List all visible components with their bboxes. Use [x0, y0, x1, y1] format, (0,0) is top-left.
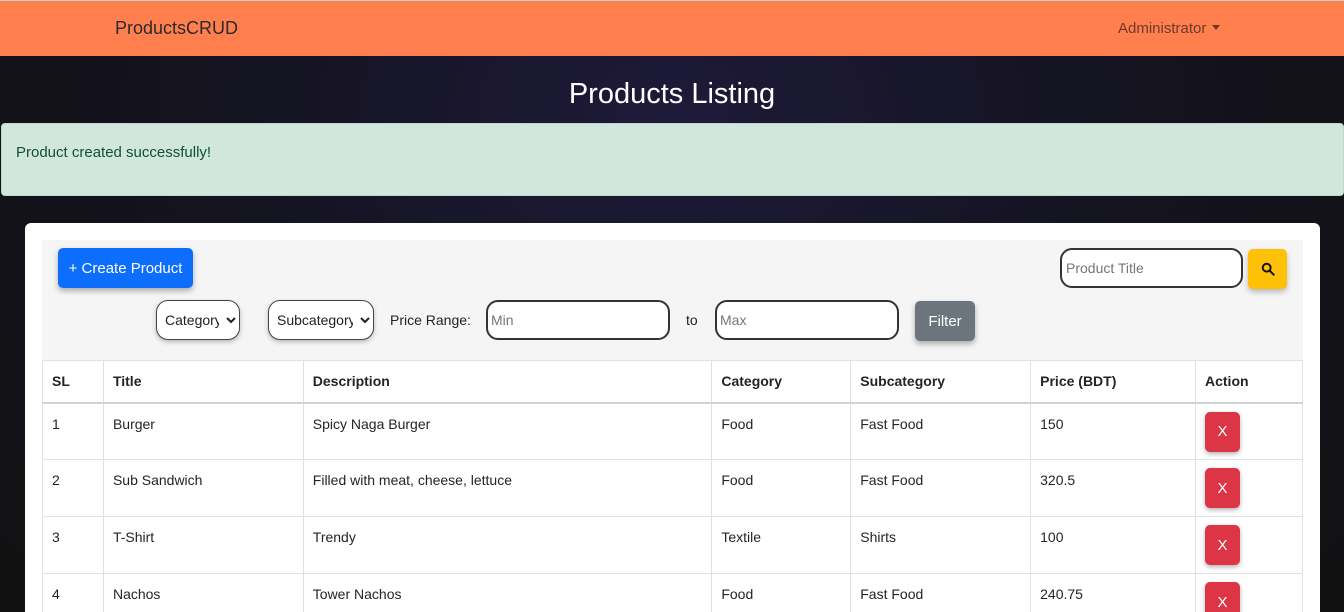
- cell-subcategory: Fast Food: [850, 402, 1032, 460]
- page-title: Products Listing: [568, 78, 776, 110]
- min-price-input[interactable]: [486, 300, 670, 340]
- cell-title: Burger: [102, 402, 304, 460]
- cell-description: Tower Nachos: [302, 573, 713, 612]
- cell-price: 150: [1030, 402, 1196, 460]
- user-menu-label: Administrator: [1118, 20, 1207, 37]
- cell-subcategory: Fast Food: [850, 573, 1032, 612]
- cell-sl: 2: [42, 459, 104, 517]
- table-row: 1 Burger Spicy Naga Burger Food Fast Foo…: [42, 402, 1303, 460]
- delete-button[interactable]: X: [1205, 582, 1240, 612]
- cell-category: Textile: [711, 516, 852, 574]
- cell-price: 100: [1030, 516, 1196, 574]
- products-table: SL Title Description Category Subcategor…: [42, 360, 1303, 612]
- to-label: to: [686, 312, 698, 328]
- cell-description: Filled with meat, cheese, lettuce: [302, 459, 713, 517]
- header-category: Category: [711, 360, 852, 404]
- cell-category: Food: [711, 573, 852, 612]
- cell-title: Nachos: [102, 573, 304, 612]
- table-row: 2 Sub Sandwich Filled with meat, cheese,…: [42, 459, 1303, 517]
- user-menu-dropdown[interactable]: Administrator: [1118, 20, 1221, 37]
- cell-title: Sub Sandwich: [102, 459, 304, 517]
- table-header-row: SL Title Description Category Subcategor…: [42, 360, 1303, 404]
- cell-price: 240.75: [1030, 573, 1196, 612]
- navbar: ProductsCRUD Administrator: [0, 0, 1344, 56]
- cell-subcategory: Fast Food: [850, 459, 1032, 517]
- cell-action: X: [1195, 573, 1303, 612]
- cell-sl: 1: [42, 402, 104, 460]
- cell-price: 320.5: [1030, 459, 1196, 517]
- delete-button[interactable]: X: [1205, 525, 1240, 565]
- cell-subcategory: Shirts: [850, 516, 1032, 574]
- delete-button[interactable]: X: [1205, 411, 1240, 452]
- product-title-search-input[interactable]: [1060, 248, 1243, 288]
- cell-description: Spicy Naga Burger: [302, 402, 713, 460]
- cell-action: X: [1195, 516, 1303, 574]
- price-range-label: Price Range:: [390, 312, 471, 328]
- header-action: Action: [1195, 360, 1303, 404]
- cell-category: Food: [711, 402, 852, 460]
- search-button[interactable]: [1248, 249, 1287, 289]
- cell-description: Trendy: [302, 516, 713, 574]
- create-product-button[interactable]: + Create Product: [58, 248, 193, 288]
- table-row: 3 T-Shirt Trendy Textile Shirts 100 X: [42, 516, 1303, 574]
- table-row: 4 Nachos Tower Nachos Food Fast Food 240…: [42, 573, 1303, 612]
- delete-button[interactable]: X: [1205, 468, 1240, 508]
- cell-category: Food: [711, 459, 852, 517]
- caret-down-icon: [1212, 25, 1221, 30]
- cell-action: X: [1195, 459, 1303, 517]
- filter-button[interactable]: Filter: [915, 301, 975, 341]
- category-select[interactable]: Category: [156, 300, 240, 340]
- cell-sl: 4: [42, 573, 104, 612]
- brand-link[interactable]: ProductsCRUD: [115, 18, 238, 39]
- cell-title: T-Shirt: [102, 516, 304, 574]
- cell-sl: 3: [42, 516, 104, 574]
- header-description: Description: [302, 360, 713, 404]
- search-icon: [1261, 262, 1275, 276]
- max-price-input[interactable]: [715, 300, 899, 340]
- header-sl: SL: [42, 360, 104, 404]
- header-title: Title: [102, 360, 304, 404]
- header-price: Price (BDT): [1030, 360, 1196, 404]
- subcategory-select[interactable]: Subcategory: [268, 300, 374, 340]
- success-alert: Product created successfully!: [1, 123, 1344, 196]
- header-subcategory: Subcategory: [850, 360, 1032, 404]
- cell-action: X: [1195, 402, 1303, 460]
